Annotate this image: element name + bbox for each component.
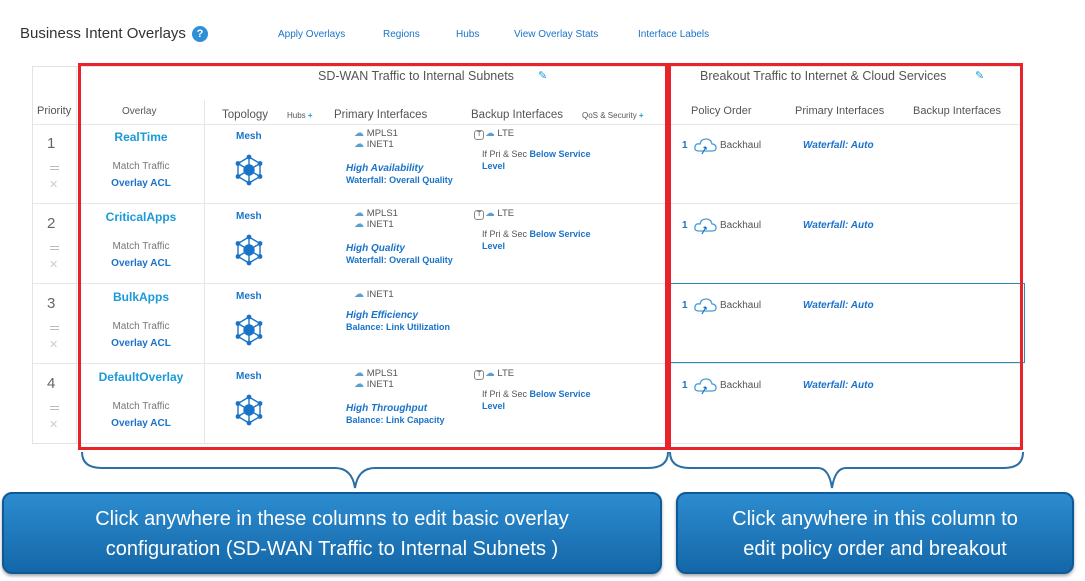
- priority-number: 4: [47, 375, 56, 392]
- interface-labels-link[interactable]: Interface Labels: [638, 29, 709, 40]
- sdwan-columns-highlight: [78, 63, 668, 450]
- left-callout: Click anywhere in these columns to edit …: [2, 492, 662, 574]
- right-callout-line2: edit policy order and breakout: [743, 538, 1007, 560]
- priority-header: Priority: [37, 105, 72, 117]
- close-icon[interactable]: ✕: [49, 178, 58, 191]
- drag-handle-icon[interactable]: [50, 406, 59, 410]
- priority-number: 1: [47, 135, 56, 152]
- apply-overlays-link[interactable]: Apply Overlays: [278, 29, 345, 40]
- right-callout: Click anywhere in this column to edit po…: [676, 492, 1074, 574]
- right-brace: [669, 451, 1024, 489]
- drag-handle-icon[interactable]: [50, 246, 59, 250]
- close-icon[interactable]: ✕: [49, 418, 58, 431]
- left-callout-line2: configuration (SD-WAN Traffic to Interna…: [105, 538, 559, 560]
- help-icon[interactable]: ?: [192, 26, 208, 42]
- drag-handle-icon[interactable]: [50, 326, 59, 330]
- hubs-link[interactable]: Hubs: [456, 29, 479, 40]
- right-callout-line1: Click anywhere in this column to: [732, 508, 1018, 530]
- close-icon[interactable]: ✕: [49, 338, 58, 351]
- priority-number: 3: [47, 295, 56, 312]
- breakout-column-highlight: [668, 63, 1023, 450]
- drag-handle-icon[interactable]: [50, 166, 59, 170]
- left-callout-line1: Click anywhere in these columns to edit …: [95, 508, 569, 530]
- view-overlay-stats-link[interactable]: View Overlay Stats: [514, 29, 598, 40]
- left-brace: [81, 451, 669, 489]
- priority-number: 2: [47, 215, 56, 232]
- regions-link[interactable]: Regions: [383, 29, 420, 40]
- page-title: Business Intent Overlays: [20, 25, 186, 42]
- close-icon[interactable]: ✕: [49, 258, 58, 271]
